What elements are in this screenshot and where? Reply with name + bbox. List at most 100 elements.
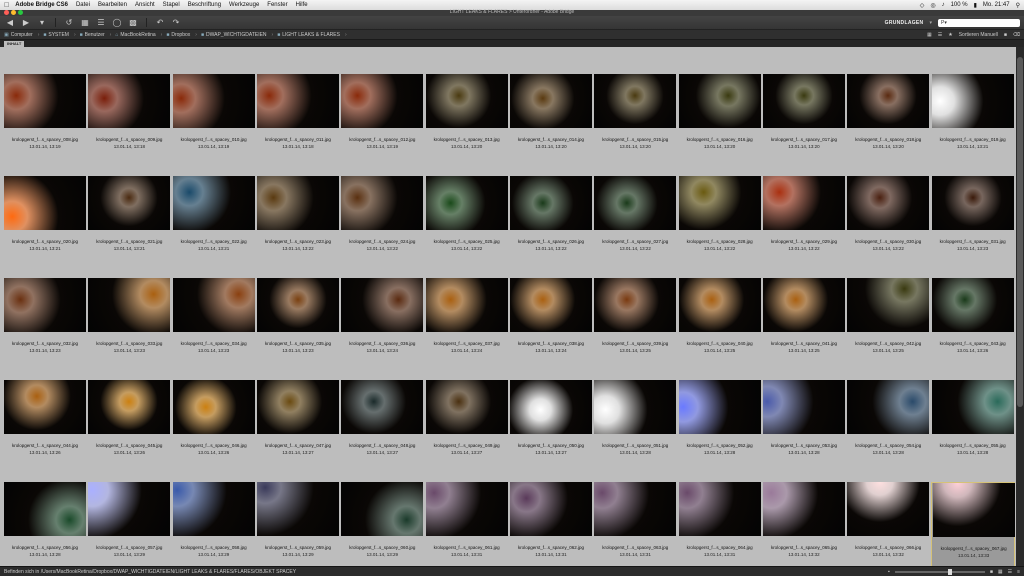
- thumbnail-item[interactable]: krolopgerst_f...s_spacey_045.jpg 13.01.14…: [87, 380, 171, 482]
- thumbnail-item[interactable]: krolopgerst_f...s_spacey_011.jpg 13.01.14…: [256, 74, 340, 176]
- thumbnail-image[interactable]: [762, 176, 845, 230]
- thumbnail-image[interactable]: [847, 380, 930, 434]
- menu-stapel[interactable]: Stapel: [163, 2, 180, 8]
- thumbnail-image[interactable]: [341, 74, 424, 128]
- thumbnail-image[interactable]: [88, 482, 171, 536]
- thumbnail-image[interactable]: [256, 482, 339, 536]
- thumbnail-image[interactable]: [425, 74, 508, 128]
- thumbnail-item[interactable]: krolopgerst_f...s_spacey_008.jpg 13.01.14…: [3, 74, 87, 176]
- dropbox-icon[interactable]: ◇: [920, 2, 925, 9]
- thumbnail-image[interactable]: [931, 74, 1014, 128]
- thumbnail-item[interactable]: krolopgerst_f...s_spacey_019.jpg 13.01.14…: [931, 74, 1015, 176]
- thumbnail-image[interactable]: [341, 482, 424, 536]
- thumbnail-item[interactable]: krolopgerst_f...s_spacey_010.jpg 13.01.14…: [172, 74, 256, 176]
- thumbnail-image[interactable]: [4, 482, 86, 536]
- thumbnail-item[interactable]: krolopgerst_f...s_spacey_024.jpg 13.01.14…: [340, 176, 424, 278]
- thumbnail-image[interactable]: [931, 278, 1014, 332]
- open-camera-raw-icon[interactable]: ◯: [111, 18, 123, 27]
- refine-icon[interactable]: ☰: [95, 18, 107, 27]
- thumbnail-image[interactable]: [172, 278, 255, 332]
- thumbnail-item[interactable]: krolopgerst_f...s_spacey_014.jpg 13.01.14…: [509, 74, 593, 176]
- breadcrumb-computer[interactable]: ▣ Computer ›: [4, 32, 39, 38]
- breadcrumb-macbookretina[interactable]: ⌂ MacBookRetina ›: [115, 32, 162, 38]
- thumbnail-item[interactable]: krolopgerst_f...s_spacey_061.jpg 13.01.14…: [425, 482, 509, 576]
- thumbnail-image[interactable]: [509, 380, 592, 434]
- rotate-right-icon[interactable]: ↷: [170, 18, 182, 27]
- thumbnail-image[interactable]: [594, 482, 677, 536]
- sort-menu[interactable]: Sortieren Manuell: [959, 32, 998, 38]
- workspace-menu-icon[interactable]: ▾: [929, 20, 932, 26]
- thumbnail-image[interactable]: [762, 278, 845, 332]
- recent-folder-icon[interactable]: ▾: [36, 18, 48, 27]
- thumbnail-image[interactable]: [509, 482, 592, 536]
- thumbnail-image[interactable]: [678, 278, 761, 332]
- thumbnail-image[interactable]: [256, 380, 339, 434]
- menu-werkzeuge[interactable]: Werkzeuge: [229, 2, 259, 8]
- thumbnail-item[interactable]: krolopgerst_f...s_spacey_028.jpg 13.01.14…: [678, 176, 762, 278]
- breadcrumb-dropbox[interactable]: ■ Dropbox ›: [166, 32, 197, 38]
- breadcrumb-dwap[interactable]: ■ DWAP_WICHTIGDATEIEN ›: [201, 32, 273, 38]
- thumbnail-image[interactable]: [762, 74, 845, 128]
- thumbnail-image[interactable]: [425, 380, 508, 434]
- thumbnail-image[interactable]: [762, 482, 845, 536]
- thumbnail-item[interactable]: krolopgerst_f...s_spacey_025.jpg 13.01.14…: [425, 176, 509, 278]
- thumbnail-item[interactable]: krolopgerst_f...s_spacey_051.jpg 13.01.14…: [593, 380, 677, 482]
- new-folder-icon[interactable]: ■: [1004, 32, 1007, 38]
- thumbnail-item[interactable]: krolopgerst_f...s_spacey_042.jpg 13.01.14…: [846, 278, 930, 380]
- thumbnail-item[interactable]: krolopgerst_f...s_spacey_015.jpg 13.01.14…: [593, 74, 677, 176]
- thumbnail-item[interactable]: krolopgerst_f...s_spacey_052.jpg 13.01.14…: [678, 380, 762, 482]
- slider-knob[interactable]: [948, 568, 953, 575]
- thumbnail-image[interactable]: [88, 278, 171, 332]
- thumbnail-item[interactable]: krolopgerst_f...s_spacey_059.jpg 13.01.14…: [256, 482, 340, 576]
- thumbnail-image[interactable]: [847, 176, 930, 230]
- thumbnail-image[interactable]: [847, 74, 930, 128]
- thumbnail-item[interactable]: krolopgerst_f...s_spacey_022.jpg 13.01.14…: [172, 176, 256, 278]
- thumbnail-item[interactable]: krolopgerst_f...s_spacey_017.jpg 13.01.14…: [762, 74, 846, 176]
- thumbnail-image[interactable]: [509, 278, 592, 332]
- thumbnail-image[interactable]: [4, 278, 86, 332]
- thumbnail-item[interactable]: krolopgerst_f...s_spacey_034.jpg 13.01.14…: [172, 278, 256, 380]
- thumbnail-image[interactable]: [594, 278, 677, 332]
- thumbnail-item[interactable]: krolopgerst_f...s_spacey_063.jpg 13.01.14…: [593, 482, 677, 576]
- menu-ansicht[interactable]: Ansicht: [135, 2, 155, 8]
- thumbnail-item[interactable]: krolopgerst_f...s_spacey_064.jpg 13.01.14…: [678, 482, 762, 576]
- thumbnail-image[interactable]: [172, 74, 255, 128]
- thumbnail-image[interactable]: [256, 176, 339, 230]
- workspace-grundlagen[interactable]: GRUNDLAGEN: [885, 20, 924, 26]
- thumbnail-image[interactable]: [678, 74, 761, 128]
- thumbnail-image[interactable]: [341, 380, 424, 434]
- apple-icon[interactable]: : [4, 2, 9, 9]
- thumbnail-item[interactable]: krolopgerst_f...s_spacey_060.jpg 13.01.14…: [340, 482, 424, 576]
- volume-icon[interactable]: ♪: [942, 2, 945, 8]
- thumbnail-image[interactable]: [932, 483, 1015, 537]
- thumbnail-item[interactable]: krolopgerst_f...s_spacey_056.jpg 13.01.14…: [3, 482, 87, 576]
- thumbnail-item[interactable]: krolopgerst_f...s_spacey_040.jpg 13.01.14…: [678, 278, 762, 380]
- thumbnail-item[interactable]: krolopgerst_f...s_spacey_023.jpg 13.01.14…: [256, 176, 340, 278]
- output-icon[interactable]: ▩: [127, 18, 139, 27]
- thumbnail-image[interactable]: [88, 380, 171, 434]
- thumbnail-image[interactable]: [4, 74, 86, 128]
- return-camera-icon[interactable]: ↺: [63, 18, 75, 27]
- thumbnail-item[interactable]: krolopgerst_f...s_spacey_032.jpg 13.01.14…: [3, 278, 87, 380]
- view-list-icon[interactable]: ☰: [938, 32, 942, 38]
- thumbnail-item[interactable]: krolopgerst_f...s_spacey_039.jpg 13.01.14…: [593, 278, 677, 380]
- thumbnail-size-slider[interactable]: [894, 568, 985, 575]
- menu-beschriftung[interactable]: Beschriftung: [188, 2, 221, 8]
- battery-label[interactable]: 100 %: [951, 2, 968, 8]
- thumbnail-item[interactable]: krolopgerst_f...s_spacey_048.jpg 13.01.14…: [340, 380, 424, 482]
- thumbnail-image[interactable]: [847, 482, 930, 536]
- breadcrumb-system[interactable]: ■ SYSTEM ›: [43, 32, 75, 38]
- thumbnail-image[interactable]: [341, 176, 424, 230]
- search-input[interactable]: Ρ▾: [938, 18, 1020, 27]
- thumbnail-image[interactable]: [762, 380, 845, 434]
- view-details-icon[interactable]: ☰: [1008, 569, 1012, 575]
- view-grid-icon[interactable]: ▦: [927, 32, 932, 38]
- thumbnail-image[interactable]: [4, 176, 86, 230]
- thumbnail-item[interactable]: krolopgerst_f...s_spacey_026.jpg 13.01.14…: [509, 176, 593, 278]
- thumbnail-image[interactable]: [425, 482, 508, 536]
- view-list-mode-icon[interactable]: ≡: [1017, 569, 1020, 575]
- grid-lock-icon[interactable]: ▦: [998, 569, 1003, 575]
- clock[interactable]: Mo. 21:47: [983, 2, 1010, 8]
- trash-icon[interactable]: ⌫: [1013, 32, 1020, 38]
- thumbnail-image[interactable]: [594, 176, 677, 230]
